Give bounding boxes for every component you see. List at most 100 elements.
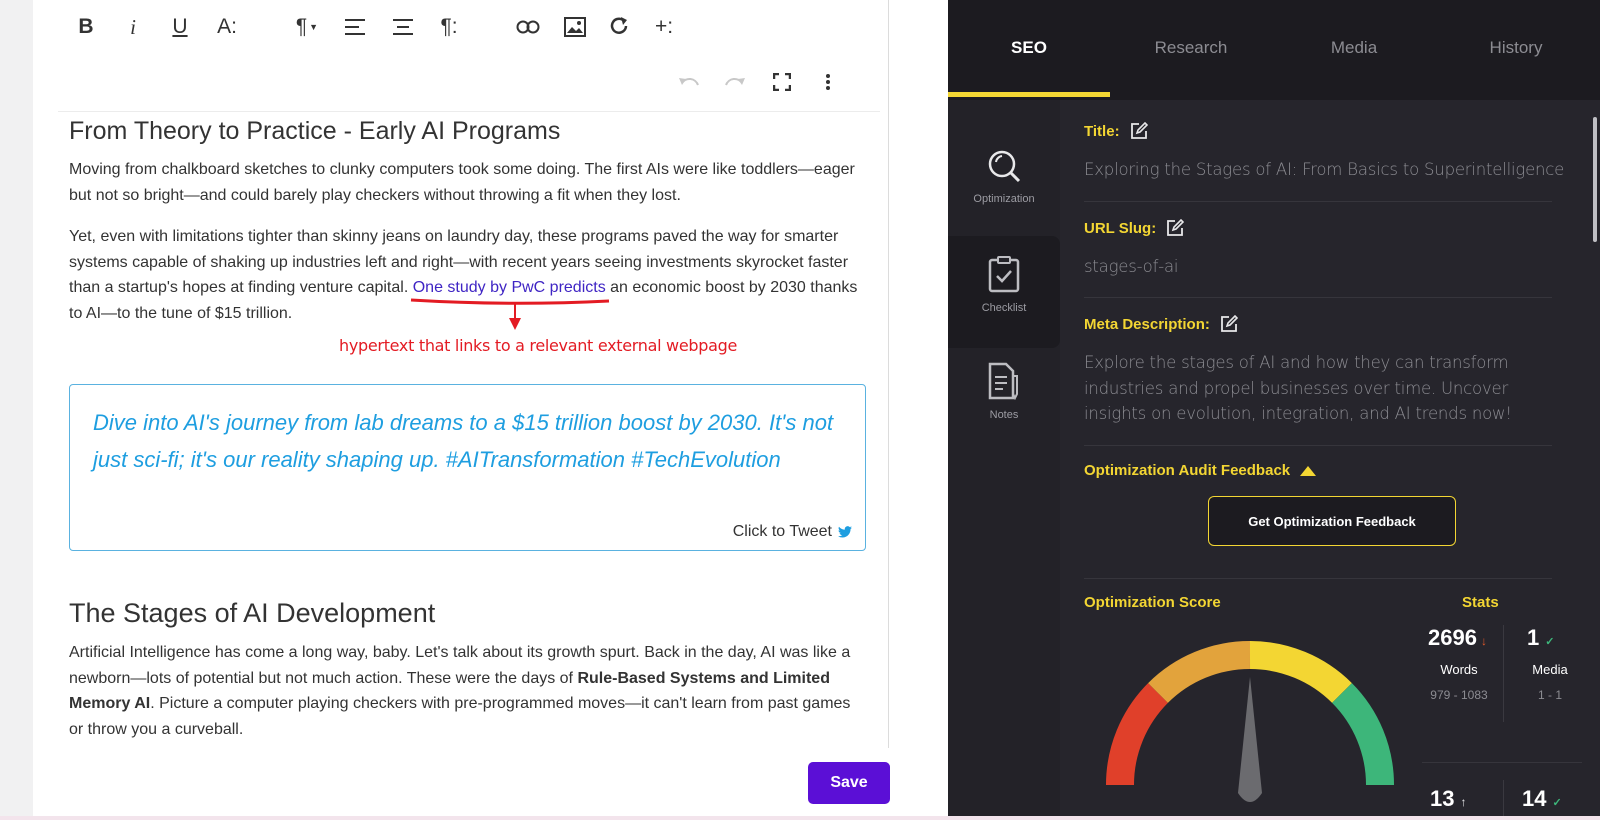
image-icon — [564, 17, 586, 37]
undo-icon — [679, 78, 699, 86]
title-label: Title: — [1084, 122, 1148, 140]
click-to-tweet-link[interactable]: Click to Tweet — [733, 523, 852, 541]
paragraph-text: . Picture a computer playing checkers wi… — [69, 695, 851, 738]
sidenav-item-checklist[interactable]: Checklist — [948, 255, 1060, 314]
title-value[interactable]: Exploring the Stages of AI: From Basics … — [1084, 157, 1564, 183]
gauge-segment-yellow — [1249, 640, 1352, 704]
bold-button[interactable]: B — [70, 11, 102, 43]
audit-feedback-toggle[interactable]: Optimization Audit Feedback — [1084, 462, 1317, 479]
divider — [1084, 578, 1552, 579]
optimization-content: Title: Exploring the Stages of AI: From … — [1060, 100, 1600, 816]
url-slug-label-text: URL Slug: — [1084, 219, 1157, 237]
edit-icon[interactable] — [1220, 315, 1238, 333]
gauge-segment-green — [1331, 683, 1395, 786]
panel-tabs: SEO Research Media History — [948, 0, 1600, 100]
insert-more-button[interactable]: +: — [648, 11, 680, 43]
words-label: Words — [1440, 662, 1478, 677]
divider — [1422, 762, 1582, 763]
stats-divider — [1503, 625, 1504, 722]
gauge-segment-orange — [1148, 640, 1251, 704]
seo-panel: SEO Research Media History Optimization … — [948, 0, 1600, 816]
tab-media[interactable]: Media — [1273, 38, 1435, 58]
sidenav-item-notes[interactable]: Notes — [948, 362, 1060, 421]
undo-button[interactable] — [673, 66, 705, 98]
caret-down-icon: ▼ — [309, 22, 319, 32]
third-count: 13 — [1430, 786, 1455, 811]
annotation-arrow — [410, 298, 610, 330]
media-range: 1 - 1 — [1537, 688, 1562, 702]
caret-up-icon — [1300, 465, 1317, 476]
edit-icon[interactable] — [1130, 122, 1148, 140]
active-tab-indicator — [948, 92, 1110, 97]
notes-icon — [988, 362, 1018, 401]
save-button[interactable]: Save — [808, 762, 890, 804]
twitter-bird-icon — [838, 526, 852, 538]
tab-seo[interactable]: SEO — [948, 38, 1110, 58]
check-icon: ✓ — [1545, 636, 1555, 648]
panel-scrollbar[interactable] — [1593, 117, 1597, 242]
gauge-needle — [1238, 677, 1262, 802]
optimization-score-label: Optimization Score — [1084, 594, 1221, 611]
divider — [1084, 297, 1552, 298]
align-center-button[interactable] — [387, 11, 419, 43]
divider — [1084, 201, 1552, 202]
sidenav-label: Checklist — [981, 302, 1027, 314]
fullscreen-icon — [773, 73, 791, 91]
redo-icon — [610, 17, 628, 34]
fourth-count: 14 — [1522, 786, 1547, 811]
more-vertical-icon — [826, 74, 830, 90]
redo-arrow-icon — [725, 78, 745, 86]
edit-icon[interactable] — [1166, 219, 1185, 237]
paragraph-format-button[interactable]: ¶ ▼ — [288, 11, 326, 43]
align-button[interactable] — [339, 11, 371, 43]
sidenav-item-optimization[interactable]: Optimization — [948, 148, 1060, 205]
title-label-text: Title: — [1084, 122, 1120, 140]
get-feedback-button[interactable]: Get Optimization Feedback — [1208, 496, 1456, 546]
paragraph: Artificial Intelligence has come a long … — [69, 640, 869, 742]
sidenav-label: Notes — [989, 409, 1019, 421]
media-label: Media — [1532, 662, 1568, 677]
stats-label: Stats — [1462, 594, 1499, 611]
paragraph-icon: ¶ — [295, 15, 308, 38]
stats-divider — [1503, 780, 1504, 816]
panel-sidenav: Optimization Checklist Notes — [948, 100, 1060, 816]
paragraph-more-button[interactable]: ¶: — [433, 11, 465, 43]
score-gauge — [1105, 640, 1395, 802]
words-range: 979 - 1083 — [1430, 688, 1488, 702]
clipboard-check-icon — [988, 256, 1020, 293]
divider — [1084, 445, 1552, 446]
audit-feedback-label: Optimization Audit Feedback — [1084, 462, 1291, 479]
fullscreen-button[interactable] — [766, 66, 798, 98]
section-heading: The Stages of AI Development — [69, 598, 436, 628]
underline-button[interactable]: U — [164, 11, 196, 43]
more-options-button[interactable] — [812, 66, 844, 98]
align-center-icon — [393, 19, 413, 35]
meta-description-label-text: Meta Description: — [1084, 315, 1210, 333]
search-icon — [988, 150, 1021, 183]
redo-toolbar-button[interactable] — [603, 11, 635, 43]
insert-link-button[interactable] — [512, 11, 544, 43]
stats-third: 13 ↑ — [1430, 786, 1466, 812]
tab-research[interactable]: Research — [1110, 38, 1272, 58]
click-to-tweet-label: Click to Tweet — [732, 523, 832, 540]
gauge-segment-red — [1105, 683, 1169, 786]
redo-button[interactable] — [719, 66, 751, 98]
external-link[interactable]: One study by PwC predicts — [413, 279, 606, 296]
annotation-label: hypertext that links to a relevant exter… — [339, 336, 737, 355]
click-to-tweet-box[interactable]: Dive into AI's journey from lab dreams t… — [69, 384, 866, 551]
paragraph: Moving from chalkboard sketches to clunk… — [69, 161, 855, 204]
italic-button[interactable]: i — [117, 11, 149, 43]
check-icon: ✓ — [1552, 797, 1562, 809]
editor-border — [888, 0, 889, 748]
insert-image-button[interactable] — [559, 11, 591, 43]
align-left-icon — [345, 19, 365, 35]
font-size-button[interactable]: A: — [211, 11, 243, 43]
meta-description-value[interactable]: Explore the stages of AI and how they ca… — [1084, 350, 1564, 427]
tab-history[interactable]: History — [1435, 38, 1597, 58]
url-slug-value[interactable]: stages-of-ai — [1084, 254, 1564, 280]
url-slug-label: URL Slug: — [1084, 219, 1185, 237]
arrow-up-icon: ↑ — [1460, 795, 1467, 809]
link-icon — [516, 20, 540, 34]
sidenav-label: Optimization — [973, 193, 1035, 205]
toolbar-divider — [58, 111, 880, 112]
